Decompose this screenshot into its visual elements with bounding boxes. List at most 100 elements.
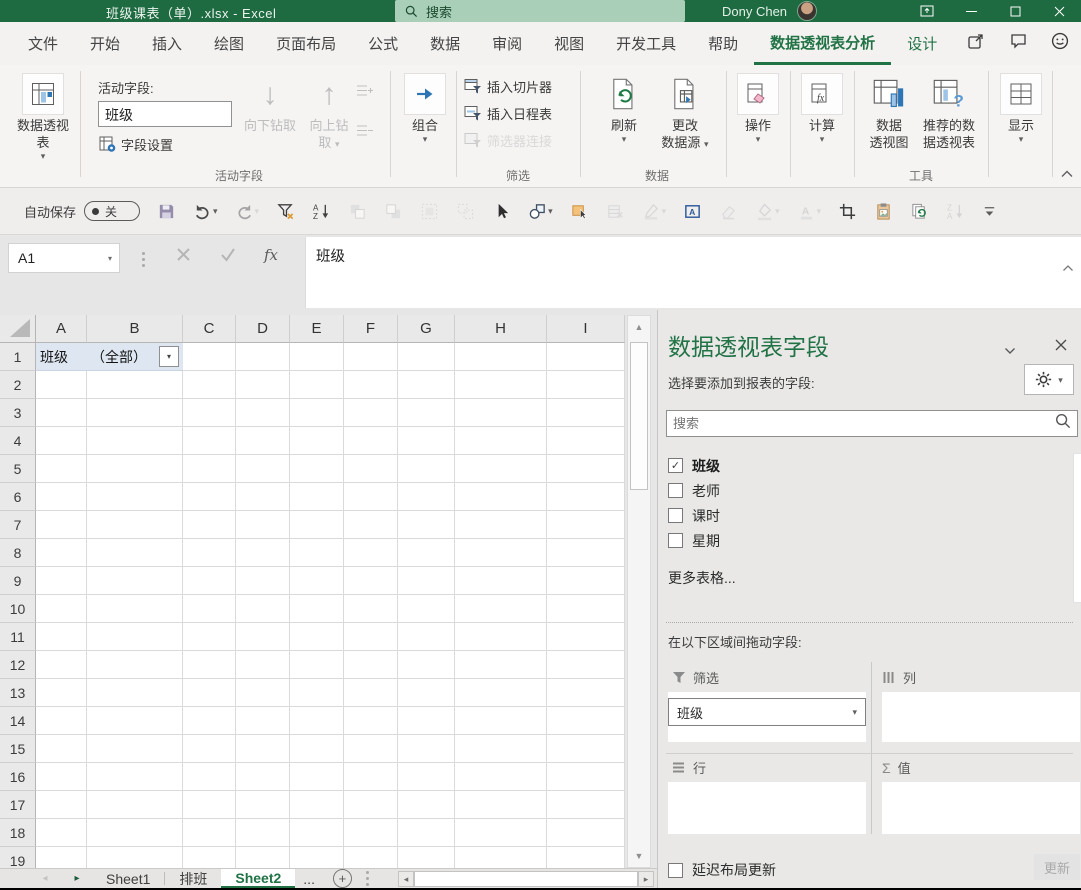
ribbon-tab[interactable]: 设计 — [891, 22, 953, 65]
filter-field-chip[interactable]: 班级 ▾ — [668, 698, 866, 726]
field-item-星期[interactable]: 星期 — [668, 528, 720, 553]
ribbon-tab[interactable]: 帮助 — [692, 22, 754, 65]
shapes-icon[interactable]: ▾ — [528, 202, 553, 221]
select-objects-icon[interactable] — [570, 202, 589, 221]
sheet-tab-Sheet1[interactable]: Sheet1 — [92, 869, 164, 888]
column-header-A[interactable]: A — [36, 315, 87, 343]
collapse-field-icon[interactable] — [356, 123, 374, 143]
search-box[interactable]: 搜索 — [395, 0, 685, 22]
copy-refresh-icon[interactable] — [910, 202, 929, 221]
recommended-pivottables-button[interactable]: ? 推荐的数 据透视表 — [918, 71, 980, 151]
tab-scroll-left-icon[interactable]: ◂ — [28, 869, 62, 888]
column-header-I[interactable]: I — [547, 315, 625, 343]
columns-area[interactable] — [882, 692, 1080, 742]
field-checkbox[interactable]: ✓ — [668, 458, 683, 473]
rows-area[interactable] — [668, 782, 866, 834]
field-checkbox[interactable] — [668, 508, 683, 523]
redo-icon[interactable]: ▾ — [235, 202, 260, 221]
select-cursor-icon[interactable] — [492, 202, 511, 221]
column-header-D[interactable]: D — [236, 315, 290, 343]
expand-field-icon[interactable] — [356, 83, 374, 103]
field-checkbox[interactable] — [668, 533, 683, 548]
ribbon-tab[interactable]: 文件 — [12, 22, 74, 65]
name-box[interactable]: A1 ▾ — [8, 243, 120, 273]
splitter-handle[interactable] — [142, 250, 145, 269]
sort-ascending-icon[interactable]: AZ — [312, 202, 331, 221]
column-header-F[interactable]: F — [344, 315, 398, 343]
minimize-button[interactable] — [949, 0, 993, 22]
row-header-19[interactable]: 19 — [0, 847, 36, 868]
pivottable-button[interactable]: 数据透视表 ▾ — [12, 71, 74, 161]
row-header-7[interactable]: 7 — [0, 511, 36, 539]
insert-timeline-button[interactable]: 插入日程表 — [464, 102, 552, 124]
column-header-H[interactable]: H — [455, 315, 547, 343]
ribbon-tab[interactable]: 插入 — [136, 22, 198, 65]
row-header-6[interactable]: 6 — [0, 483, 36, 511]
scroll-right-icon[interactable]: ▸ — [638, 871, 654, 887]
row-header-16[interactable]: 16 — [0, 763, 36, 791]
pane-options-chevron-icon[interactable] — [1004, 342, 1016, 360]
avatar[interactable] — [797, 1, 817, 21]
fields-search-box[interactable] — [666, 410, 1078, 437]
ungroup-objects-icon[interactable] — [456, 202, 475, 221]
more-commands-icon[interactable] — [982, 204, 997, 219]
drill-up-button[interactable]: ↑ 向上钻 取 ▾ — [302, 71, 356, 151]
ribbon-tab[interactable]: 数据 — [414, 22, 476, 65]
ribbon-tab[interactable]: 开发工具 — [600, 22, 692, 65]
formula-bar-collapse-icon[interactable] — [1062, 259, 1074, 277]
update-button[interactable]: 更新 — [1034, 854, 1080, 880]
group-button[interactable]: 组合 ▾ — [398, 71, 452, 144]
select-all-corner[interactable] — [0, 315, 36, 343]
tools-button[interactable]: ▾ — [1024, 364, 1074, 395]
defer-layout-update[interactable]: 延迟布局更新 — [668, 860, 776, 880]
row-header-10[interactable]: 10 — [0, 595, 36, 623]
formula-input[interactable]: 班级 — [305, 237, 1081, 308]
fields-search-input[interactable] — [667, 416, 1055, 431]
ribbon-tab[interactable]: 开始 — [74, 22, 136, 65]
draw-pen-icon[interactable]: ▾ — [642, 202, 667, 221]
show-button[interactable]: 显示 ▾ — [996, 71, 1046, 144]
ribbon-tab[interactable]: 绘图 — [198, 22, 260, 65]
font-color-icon[interactable]: A▾ — [797, 202, 822, 221]
field-settings-button[interactable]: 字段设置 — [98, 133, 173, 155]
share-icon[interactable] — [968, 33, 986, 54]
row-header-4[interactable]: 4 — [0, 427, 36, 455]
crop-icon[interactable] — [838, 202, 857, 221]
bring-forward-icon[interactable] — [348, 202, 367, 221]
insert-function-icon[interactable]: fx — [264, 246, 278, 264]
scroll-left-icon[interactable]: ◂ — [398, 871, 414, 887]
pivotchart-button[interactable]: 数据 透视图 — [862, 71, 916, 151]
row-header-12[interactable]: 12 — [0, 651, 36, 679]
maximize-button[interactable] — [993, 0, 1037, 22]
field-checkbox[interactable] — [668, 483, 683, 498]
enter-icon[interactable] — [220, 247, 236, 267]
close-button[interactable] — [1037, 0, 1081, 22]
feedback-smiley-icon[interactable] — [1051, 32, 1069, 55]
horizontal-scrollbar[interactable]: ◂ ▸ — [398, 871, 654, 887]
active-field-input[interactable]: 班级 — [98, 101, 232, 127]
collapse-ribbon-icon[interactable] — [1060, 165, 1074, 183]
field-item-班级[interactable]: ✓班级 — [668, 453, 720, 478]
more-tables-link[interactable]: 更多表格... — [668, 565, 736, 590]
insert-slicer-button[interactable]: 插入切片器 — [464, 75, 552, 97]
row-header-5[interactable]: 5 — [0, 455, 36, 483]
column-header-B[interactable]: B — [87, 315, 183, 343]
row-header-18[interactable]: 18 — [0, 819, 36, 847]
column-header-G[interactable]: G — [398, 315, 455, 343]
row-header-14[interactable]: 14 — [0, 707, 36, 735]
field-item-课时[interactable]: 课时 — [668, 503, 720, 528]
row-header-11[interactable]: 11 — [0, 623, 36, 651]
scroll-down-icon[interactable]: ▼ — [628, 845, 650, 867]
tab-overflow[interactable]: ... — [295, 869, 323, 888]
row-header-15[interactable]: 15 — [0, 735, 36, 763]
ribbon-tab[interactable]: 公式 — [352, 22, 414, 65]
field-list-scrollbar[interactable] — [1073, 453, 1081, 603]
drill-down-button[interactable]: ↓ 向下钻取 — [240, 71, 300, 134]
ribbon-display-options-icon[interactable] — [905, 0, 949, 22]
sheet-tab-排班[interactable]: 排班 — [165, 869, 221, 888]
ribbon-tab[interactable]: 审阅 — [476, 22, 538, 65]
delete-rows-icon[interactable] — [606, 202, 625, 221]
tab-scroll-right-icon[interactable]: ▸ — [62, 869, 92, 888]
values-area[interactable] — [882, 782, 1080, 834]
scrollbar-track[interactable] — [414, 871, 638, 887]
